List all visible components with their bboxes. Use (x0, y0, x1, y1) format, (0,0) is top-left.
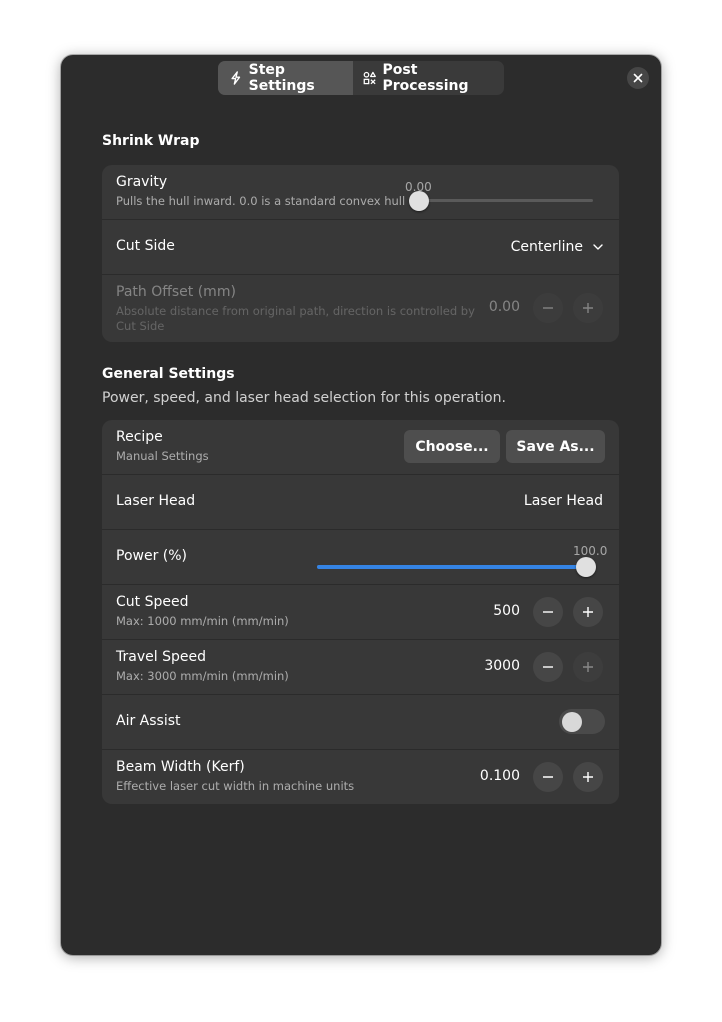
plus-icon (583, 772, 593, 782)
travel-speed-increment-button[interactable] (573, 652, 603, 682)
chevron-down-icon (593, 244, 603, 250)
travel-speed-decrement-button[interactable] (533, 652, 563, 682)
gravity-row: Gravity Pulls the hull inward. 0.0 is a … (102, 165, 619, 220)
section-title-general-settings: General Settings (102, 366, 235, 382)
path-offset-description: Absolute distance from original path, di… (116, 304, 475, 333)
general-settings-card: Recipe Manual Settings Choose... Save As… (102, 420, 619, 804)
laser-head-label: Laser Head (116, 493, 196, 509)
minus-icon (543, 611, 553, 613)
beam-width-description: Effective laser cut width in machine uni… (116, 779, 355, 793)
cut-speed-increment-button[interactable] (573, 597, 603, 627)
cut-side-label: Cut Side (116, 238, 175, 254)
travel-speed-description: Max: 3000 mm/min (mm/min) (116, 669, 289, 683)
beam-width-increment-button[interactable] (573, 762, 603, 792)
cut-speed-value[interactable]: 500 (493, 603, 520, 619)
choose-recipe-button[interactable]: Choose... (404, 430, 500, 463)
beam-width-value[interactable]: 0.100 (480, 768, 520, 784)
gravity-slider-track[interactable] (409, 199, 593, 202)
cut-side-dropdown[interactable]: Centerline (511, 239, 603, 255)
power-slider-handle[interactable] (576, 557, 596, 577)
travel-speed-label: Travel Speed (116, 649, 206, 665)
path-offset-value[interactable]: 0.00 (489, 299, 520, 315)
recipe-label: Recipe (116, 429, 163, 445)
power-value: 100.0 (573, 544, 608, 558)
power-row: Power (%) 100.0 (102, 530, 619, 585)
beam-width-label: Beam Width (Kerf) (116, 759, 245, 775)
shrink-wrap-card: Gravity Pulls the hull inward. 0.0 is a … (102, 165, 619, 342)
minus-icon (543, 666, 553, 668)
power-slider-fill (317, 565, 592, 569)
cut-side-selected: Centerline (510, 239, 583, 255)
gravity-description: Pulls the hull inward. 0.0 is a standard… (116, 194, 406, 208)
cut-speed-label: Cut Speed (116, 594, 189, 610)
close-button[interactable] (627, 67, 649, 89)
save-as-recipe-button[interactable]: Save As... (506, 430, 605, 463)
travel-speed-value[interactable]: 3000 (484, 658, 520, 674)
recipe-description: Manual Settings (116, 449, 209, 463)
cut-speed-row: Cut Speed Max: 1000 mm/min (mm/min) 500 (102, 585, 619, 640)
air-assist-row: Air Assist (102, 695, 619, 750)
minus-icon (543, 776, 553, 778)
toggle-knob (562, 711, 582, 732)
minus-icon (543, 307, 553, 309)
section-title-shrink-wrap: Shrink Wrap (102, 133, 200, 149)
plus-icon (583, 607, 593, 617)
gravity-label: Gravity (116, 174, 168, 190)
laser-head-selector[interactable]: Laser Head (524, 493, 603, 509)
power-label: Power (%) (116, 548, 188, 564)
shapes-icon (363, 71, 376, 85)
laser-head-row: Laser Head Laser Head (102, 475, 619, 530)
path-offset-row: Path Offset (mm) Absolute distance from … (102, 275, 619, 342)
close-icon (633, 73, 643, 83)
tab-label: Step Settings (248, 62, 315, 94)
travel-speed-row: Travel Speed Max: 3000 mm/min (mm/min) 3… (102, 640, 619, 695)
cut-speed-description: Max: 1000 mm/min (mm/min) (116, 614, 289, 628)
beam-width-row: Beam Width (Kerf) Effective laser cut wi… (102, 750, 619, 804)
recipe-row: Recipe Manual Settings Choose... Save As… (102, 420, 619, 475)
plus-icon (583, 662, 593, 672)
tab-post-processing[interactable]: Post Processing (353, 61, 504, 95)
path-offset-increment-button[interactable] (573, 293, 603, 323)
settings-dialog: Step Settings Post Processing Shrink Wra… (61, 55, 661, 955)
cut-speed-decrement-button[interactable] (533, 597, 563, 627)
gravity-slider-handle[interactable] (409, 191, 429, 211)
tab-step-settings[interactable]: Step Settings (218, 61, 353, 95)
plus-icon (583, 303, 593, 313)
air-assist-label: Air Assist (116, 713, 181, 729)
view-switcher: Step Settings Post Processing (218, 61, 504, 95)
air-assist-toggle[interactable] (559, 709, 605, 734)
path-offset-decrement-button[interactable] (533, 293, 563, 323)
tab-label: Post Processing (382, 62, 469, 94)
general-settings-description: Power, speed, and laser head selection f… (102, 390, 506, 406)
path-offset-label: Path Offset (mm) (116, 284, 236, 300)
lightning-icon (231, 71, 241, 85)
beam-width-decrement-button[interactable] (533, 762, 563, 792)
cut-side-row: Cut Side Centerline (102, 220, 619, 275)
